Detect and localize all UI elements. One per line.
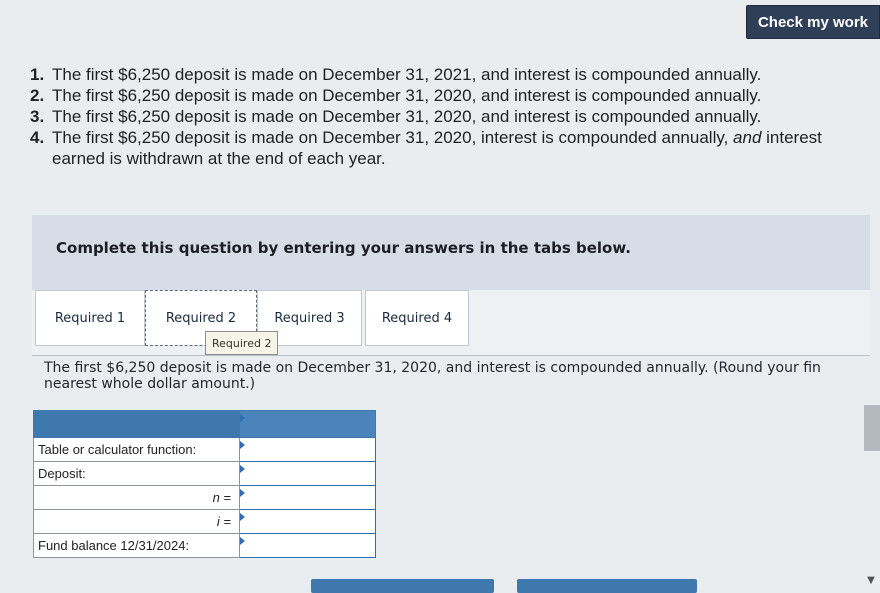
i-input-cell[interactable] [239,509,376,534]
fund-balance-input[interactable] [240,534,375,557]
n-input[interactable] [240,486,375,509]
tab-bar: Required 1 Required 2 Required 3 Require… [32,290,870,356]
description-line: nearest whole dollar amount.) [44,376,256,392]
prev-button[interactable] [311,579,494,593]
check-my-work-button[interactable]: Check my work [746,5,880,39]
table-row: Deposit: [33,461,376,486]
table-function-input[interactable] [240,438,375,461]
problem-item: 1. The first $6,250 deposit is made on D… [30,64,875,85]
fund-balance-input-cell[interactable] [239,533,376,558]
row-label-table-function: Table or calculator function: [33,437,240,462]
table-header-cell [239,410,376,438]
row-label-fund-balance: Fund balance 12/31/2024: [33,533,240,558]
description-line: The first $6,250 deposit is made on Dece… [44,360,821,376]
next-button[interactable] [517,579,697,593]
problem-text: The first $6,250 deposit is made on Dece… [52,86,762,105]
calculation-table: Table or calculator function: Deposit: n… [33,410,376,558]
problem-text: The first $6,250 deposit is made on Dece… [52,127,875,169]
problem-item: 2. The first $6,250 deposit is made on D… [30,85,875,106]
instructions-banner: Complete this question by entering your … [32,215,870,290]
scroll-down-icon[interactable]: ▼ [864,574,878,588]
row-label-i: i = [33,509,240,534]
deposit-input[interactable] [240,462,375,485]
table-row: i = [33,509,376,534]
problem-item: 3. The first $6,250 deposit is made on D… [30,106,875,127]
row-label-n: n = [33,485,240,510]
tab-tooltip: Required 2 [205,331,279,355]
deposit-input-cell[interactable] [239,461,376,486]
question-description: The first $6,250 deposit is made on Dece… [44,360,874,392]
problem-text: The first $6,250 deposit is made on Dece… [52,107,762,126]
scrollbar-thumb[interactable] [864,405,880,451]
table-header-cell [33,410,240,438]
table-row: n = [33,485,376,510]
problem-list: 1. The first $6,250 deposit is made on D… [30,64,875,169]
problem-number: 1. [30,65,45,84]
table-row: Table or calculator function: [33,437,376,462]
problem-text-emphasis: and [733,128,762,147]
table-function-input-cell[interactable] [239,437,376,462]
problem-number: 4. [30,128,45,147]
row-label-deposit: Deposit: [33,461,240,486]
instructions-text: Complete this question by entering your … [56,239,631,257]
problem-number: 3. [30,107,45,126]
tab-required-1[interactable]: Required 1 [35,290,145,346]
problem-number: 2. [30,86,45,105]
table-header-row [33,410,376,438]
n-input-cell[interactable] [239,485,376,510]
problem-text: The first $6,250 deposit is made on Dece… [52,65,762,84]
problem-item: 4. The first $6,250 deposit is made on D… [30,127,875,169]
i-input[interactable] [240,510,375,533]
problem-text-a: The first $6,250 deposit is made on Dece… [52,128,734,147]
tab-required-4[interactable]: Required 4 [365,290,469,346]
table-row: Fund balance 12/31/2024: [33,533,376,558]
